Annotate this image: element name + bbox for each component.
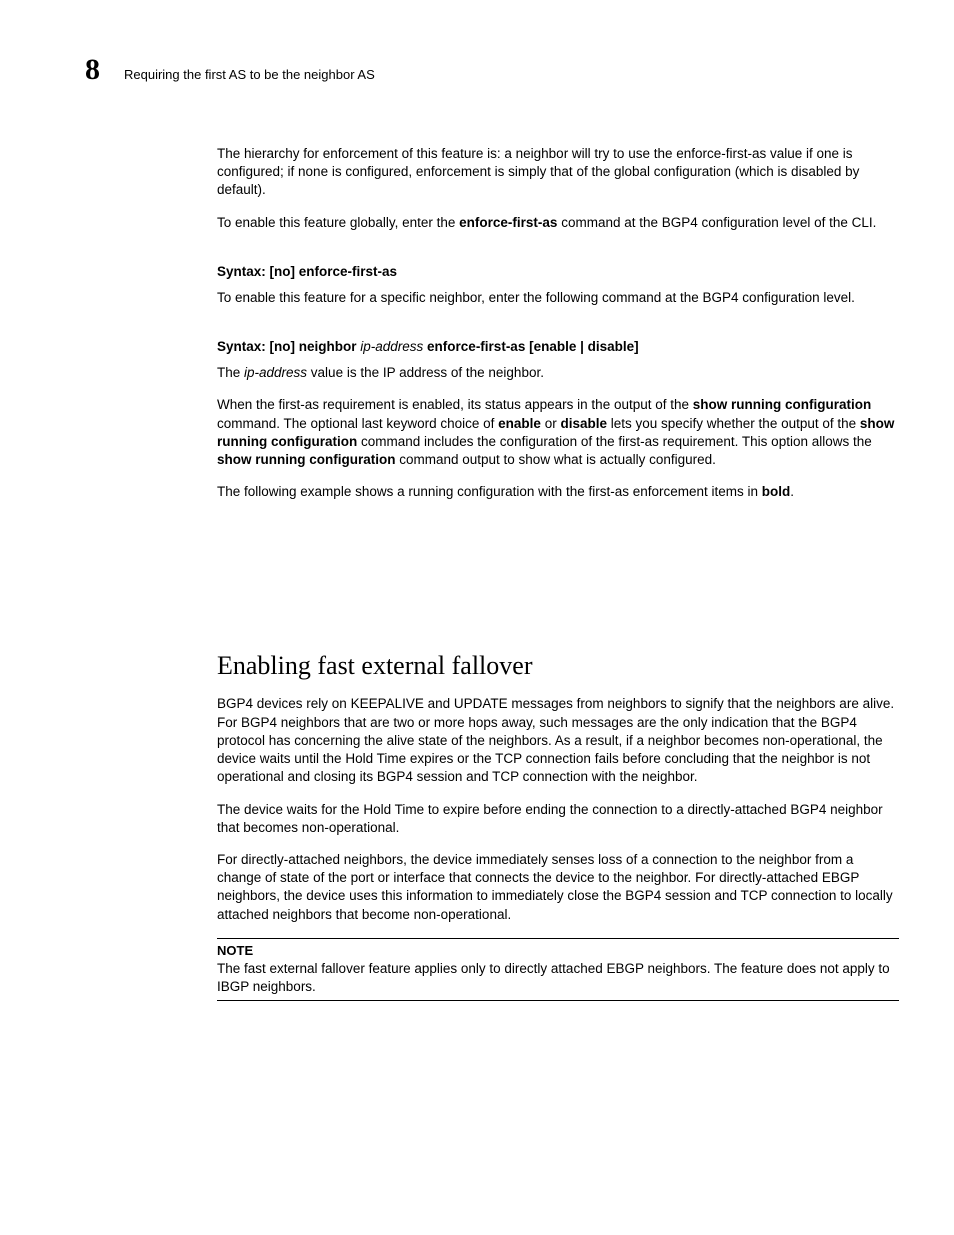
note-label: NOTE bbox=[217, 943, 899, 958]
chapter-number: 8 bbox=[85, 55, 100, 85]
paragraph: The following example shows a running co… bbox=[217, 483, 899, 501]
content-area: The hierarchy for enforcement of this fe… bbox=[217, 145, 899, 1001]
text: command output to show what is actually … bbox=[395, 452, 715, 467]
text: lets you specify whether the output of t… bbox=[607, 416, 860, 431]
text: or bbox=[541, 416, 561, 431]
syntax-variable: ip-address bbox=[360, 339, 423, 354]
paragraph: To enable this feature globally, enter t… bbox=[217, 214, 899, 232]
text: command. The optional last keyword choic… bbox=[217, 416, 498, 431]
syntax-label: Syntax: bbox=[217, 339, 270, 354]
note-block: NOTE The fast external fallover feature … bbox=[217, 938, 899, 1001]
text: command includes the configuration of th… bbox=[357, 434, 872, 449]
section-heading: Enabling fast external fallover bbox=[217, 651, 899, 681]
syntax-line: Syntax: [no] neighbor ip-address enforce… bbox=[217, 339, 899, 354]
paragraph: The device waits for the Hold Time to ex… bbox=[217, 801, 899, 837]
text: value is the IP address of the neighbor. bbox=[307, 365, 544, 380]
syntax-body: [no] neighbor bbox=[270, 339, 361, 354]
syntax-body: [no] enforce-first-as bbox=[270, 264, 398, 279]
variable-text: ip-address bbox=[244, 365, 307, 380]
paragraph: The hierarchy for enforcement of this fe… bbox=[217, 145, 899, 200]
text: To enable this feature globally, enter t… bbox=[217, 215, 459, 230]
bold-text: bold bbox=[762, 484, 791, 499]
running-title: Requiring the first AS to be the neighbo… bbox=[124, 67, 375, 82]
paragraph: For directly-attached neighbors, the dev… bbox=[217, 851, 899, 924]
text: command at the BGP4 configuration level … bbox=[557, 215, 876, 230]
syntax-body: enforce-first-as [enable | disable] bbox=[423, 339, 638, 354]
command-text: disable bbox=[560, 416, 607, 431]
text: The following example shows a running co… bbox=[217, 484, 762, 499]
text: The bbox=[217, 365, 244, 380]
paragraph: The ip-address value is the IP address o… bbox=[217, 364, 899, 382]
paragraph: To enable this feature for a specific ne… bbox=[217, 289, 899, 307]
paragraph: BGP4 devices rely on KEEPALIVE and UPDAT… bbox=[217, 695, 899, 786]
page-header: 8 Requiring the first AS to be the neigh… bbox=[85, 55, 899, 85]
text: . bbox=[790, 484, 794, 499]
syntax-label: Syntax: bbox=[217, 264, 270, 279]
command-text: enable bbox=[498, 416, 541, 431]
paragraph: When the first-as requirement is enabled… bbox=[217, 396, 899, 469]
text: When the first-as requirement is enabled… bbox=[217, 397, 693, 412]
command-text: enforce-first-as bbox=[459, 215, 557, 230]
command-text: show running configuration bbox=[693, 397, 871, 412]
note-rule-bottom bbox=[217, 1000, 899, 1001]
command-text: show running configuration bbox=[217, 452, 395, 467]
note-text: The fast external fallover feature appli… bbox=[217, 960, 899, 996]
syntax-line: Syntax: [no] enforce-first-as bbox=[217, 264, 899, 279]
page: 8 Requiring the first AS to be the neigh… bbox=[0, 0, 954, 1065]
note-rule-top bbox=[217, 938, 899, 939]
